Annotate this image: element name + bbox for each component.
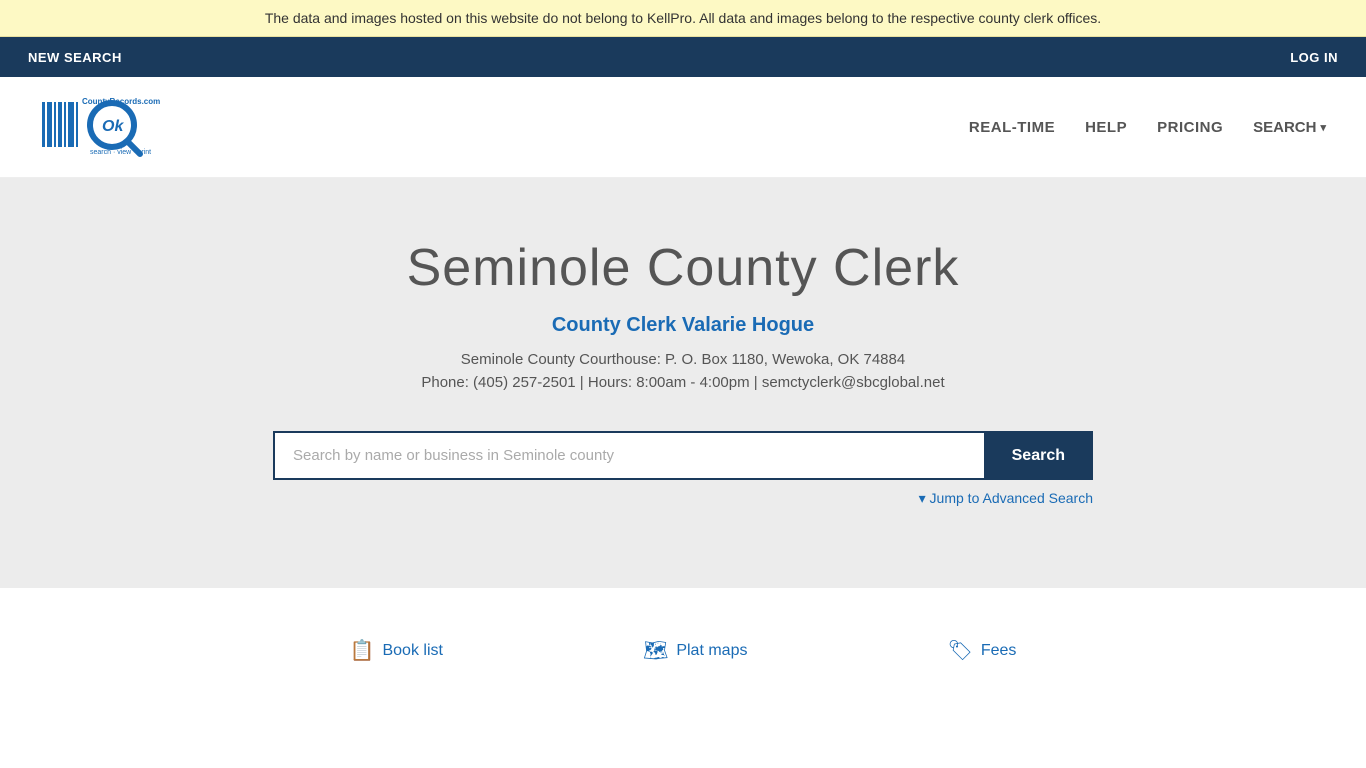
svg-text:CountyRecords.com: CountyRecords.com bbox=[82, 97, 160, 106]
footer-links-section: 📋 Book list 🗺 Plat maps 🏷 Fees bbox=[0, 588, 1366, 703]
fees-label: Fees bbox=[981, 642, 1017, 660]
top-banner: The data and images hosted on this websi… bbox=[0, 0, 1366, 37]
logo-svg: Ok CountyRecords.com search · view · pri… bbox=[40, 92, 180, 162]
main-nav: REAL-TIME HELP PRICING SEARCH ▾ bbox=[969, 119, 1326, 136]
svg-text:Ok: Ok bbox=[102, 118, 124, 135]
plat-maps-label: Plat maps bbox=[676, 642, 747, 660]
hero-section: Seminole County Clerk County Clerk Valar… bbox=[0, 178, 1366, 588]
nav-pricing[interactable]: PRICING bbox=[1157, 119, 1223, 136]
nav-bar: NEW SEARCH LOG IN bbox=[0, 37, 1366, 77]
hero-address: Seminole County Courthouse: P. O. Box 11… bbox=[20, 351, 1346, 368]
hero-title: Seminole County Clerk bbox=[20, 238, 1346, 298]
advanced-search-link[interactable]: ▾ Jump to Advanced Search bbox=[919, 490, 1093, 506]
site-header: Ok CountyRecords.com search · view · pri… bbox=[0, 77, 1366, 178]
hero-contact: Phone: (405) 257-2501 | Hours: 8:00am - … bbox=[20, 374, 1346, 391]
search-container: Search bbox=[273, 431, 1093, 480]
hero-subtitle: County Clerk Valarie Hogue bbox=[20, 314, 1346, 337]
login-link[interactable]: LOG IN bbox=[1282, 40, 1346, 75]
book-list-link[interactable]: 📋 Book list bbox=[350, 638, 443, 663]
new-search-link[interactable]: NEW SEARCH bbox=[20, 40, 130, 75]
chevron-down-icon: ▾ bbox=[1320, 121, 1326, 134]
search-input[interactable] bbox=[273, 431, 984, 480]
advanced-search-container: ▾ Jump to Advanced Search bbox=[273, 490, 1093, 508]
book-list-label: Book list bbox=[382, 642, 442, 660]
nav-help[interactable]: HELP bbox=[1085, 119, 1127, 136]
search-button[interactable]: Search bbox=[984, 431, 1093, 480]
nav-search-dropdown[interactable]: SEARCH ▾ bbox=[1253, 119, 1326, 136]
banner-text: The data and images hosted on this websi… bbox=[265, 10, 1101, 26]
fees-icon: 🏷 bbox=[947, 638, 972, 663]
svg-text:search · view · print: search · view · print bbox=[90, 149, 151, 156]
book-list-icon: 📋 bbox=[350, 638, 375, 663]
site-logo: Ok CountyRecords.com search · view · pri… bbox=[40, 92, 180, 162]
nav-realtime[interactable]: REAL-TIME bbox=[969, 119, 1055, 136]
plat-maps-link[interactable]: 🗺 Plat maps bbox=[643, 638, 748, 663]
fees-link[interactable]: 🏷 Fees bbox=[947, 638, 1016, 663]
plat-maps-icon: 🗺 bbox=[643, 638, 668, 663]
